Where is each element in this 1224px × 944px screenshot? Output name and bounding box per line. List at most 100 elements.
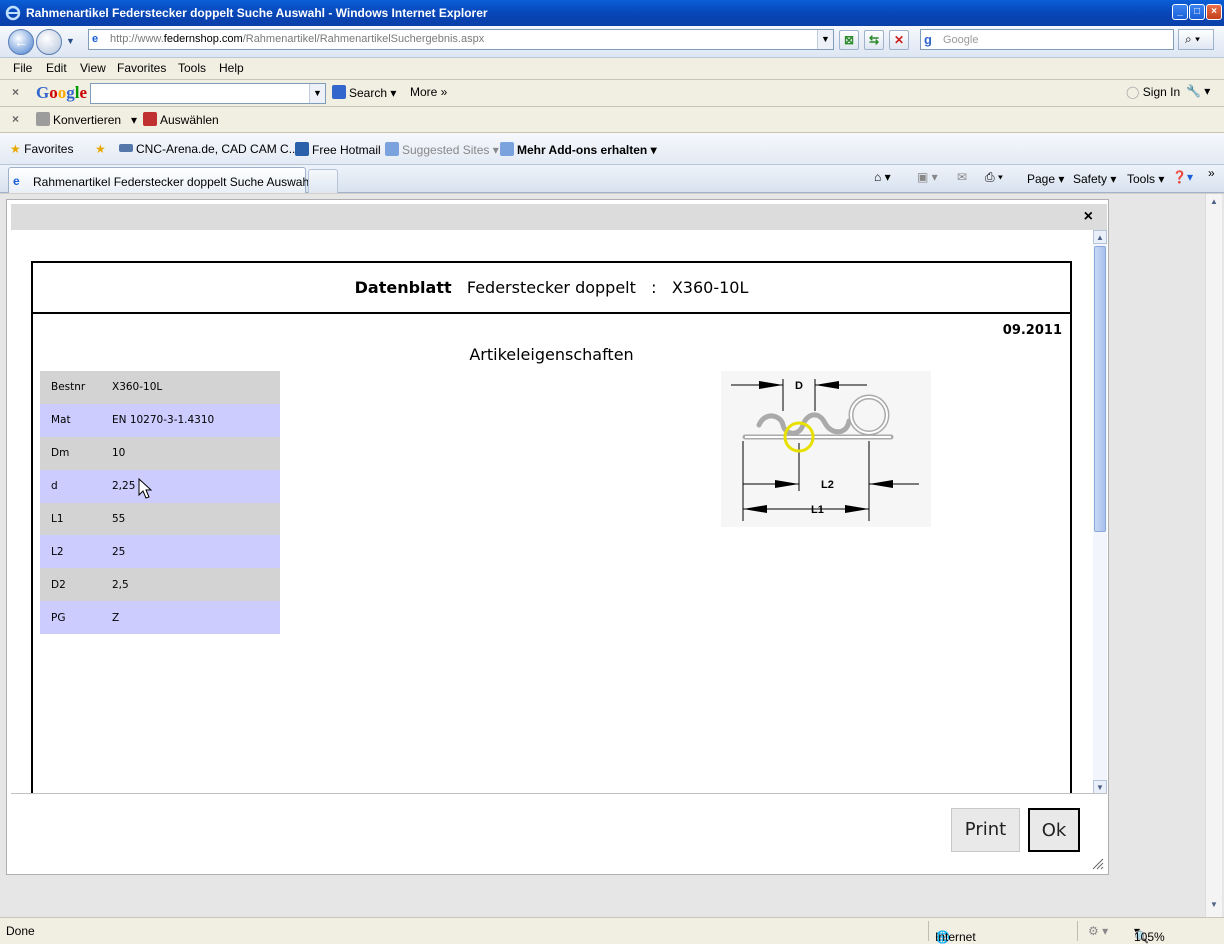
history-dropdown-icon[interactable]: ▼ <box>66 36 75 46</box>
scroll-down-icon[interactable]: ▼ <box>1206 897 1222 913</box>
help-icon[interactable]: ❓▾ <box>1172 170 1193 184</box>
home-icon[interactable]: ⌂ ▾ <box>874 170 891 184</box>
address-bar[interactable]: e http://www.federnshop.com/Rahmenartike… <box>88 29 834 50</box>
table-row: L1 55 <box>40 502 280 536</box>
add-favorites-icon[interactable]: ★ <box>95 142 106 156</box>
menu-file[interactable]: File <box>13 61 32 75</box>
table-row: d 2,25 <box>40 469 280 503</box>
minimize-button[interactable]: _ <box>1172 4 1188 20</box>
page-icon: e <box>92 33 99 45</box>
forward-button[interactable]: → <box>36 29 62 55</box>
feeds-icon[interactable]: ▣ ▾ <box>917 170 938 184</box>
cnc-arena-icon <box>119 144 133 152</box>
google-search-input[interactable]: ▼ <box>90 83 326 104</box>
stop-icon[interactable]: ✕ <box>889 30 909 50</box>
tab-bar: e Rahmenartikel Federstecker doppelt Suc… <box>0 165 1224 193</box>
table-row: Bestnr X360-10L <box>40 371 280 404</box>
status-text: Done <box>6 924 35 938</box>
page-menu[interactable]: Page ▾ <box>1027 172 1064 186</box>
menu-help[interactable]: Help <box>219 61 244 75</box>
spring-pin-drawing: D L2 L1 <box>721 371 931 527</box>
read-mail-icon[interactable]: ✉ <box>957 170 967 184</box>
menu-bar: File Edit View Favorites Tools Help <box>0 58 1224 80</box>
datasheet-frame: Datenblatt Federstecker doppelt : X360-1… <box>11 230 1107 794</box>
status-separator <box>1077 921 1078 941</box>
close-window-button[interactable]: × <box>1206 4 1222 20</box>
page-content: ▲ ▼ × Datenblatt Federstecker doppelt : … <box>0 194 1224 917</box>
wrench-icon[interactable]: 🔧 ▾ <box>1186 84 1210 98</box>
status-bar: Done 🌐 Internet ⚙ ▾ 🔍 105% ▾ <box>0 917 1224 944</box>
address-dropdown-icon[interactable]: ▼ <box>817 30 833 49</box>
tab-page-icon: e <box>13 174 20 188</box>
window-title-bar: Rahmenartikel Federstecker doppelt Suche… <box>0 0 1224 26</box>
maximize-button[interactable]: □ <box>1189 4 1205 20</box>
google-search-button[interactable]: Search ▾ <box>332 85 396 100</box>
ie-logo-icon <box>5 5 21 21</box>
hotmail-icon <box>295 142 309 156</box>
select-button[interactable]: Auswählen <box>143 112 219 127</box>
favorites-star-icon: ★ <box>10 142 21 156</box>
datasheet-date: 09.2011 <box>1002 323 1062 338</box>
favorites-bar: ★ Favorites ★ CNC-Arena.de, CAD CAM C...… <box>0 133 1224 165</box>
close-pdf-toolbar-icon[interactable]: × <box>12 112 19 126</box>
favorites-button[interactable]: ★ Favorites <box>10 142 73 156</box>
google-search-icon: g <box>924 32 932 47</box>
menu-edit[interactable]: Edit <box>46 61 67 75</box>
drawing-label-l2: L2 <box>821 479 834 491</box>
menu-favorites[interactable]: Favorites <box>117 61 166 75</box>
table-row: L2 25 <box>40 535 280 569</box>
datasheet-dialog: × Datenblatt Federstecker doppelt : X360… <box>6 199 1109 875</box>
table-row: PG Z <box>40 601 280 635</box>
properties-table: Bestnr X360-10L Mat EN 10270-3-1.4310 Dm 10… <box>40 371 280 635</box>
page-scrollbar[interactable]: ▲ ▼ <box>1205 194 1222 917</box>
dialog-close-icon[interactable]: × <box>1084 208 1093 226</box>
refresh-icon[interactable]: ⇆ <box>864 30 884 50</box>
frame-scroll-down-icon[interactable]: ▼ <box>1093 780 1107 793</box>
print-button[interactable]: Print <box>951 808 1020 852</box>
mouse-cursor-icon <box>138 478 152 499</box>
window-title: Rahmenartikel Federstecker doppelt Suche… <box>26 6 488 20</box>
section-heading: Artikeleigenschaften <box>469 345 634 364</box>
more-button[interactable]: More » <box>410 85 447 99</box>
table-row: D2 2,5 <box>40 568 280 602</box>
new-tab-button[interactable] <box>308 169 338 193</box>
google-search-dropdown-icon[interactable]: ▼ <box>309 84 325 103</box>
pdf-toolbar: × Konvertieren ▾ Auswählen <box>0 107 1224 133</box>
frame-scroll-thumb[interactable] <box>1094 246 1106 532</box>
suggested-sites-icon <box>385 142 399 156</box>
dialog-header: × <box>11 204 1107 230</box>
fav-free-hotmail[interactable]: Free Hotmail <box>295 142 381 157</box>
drawing-label-d: D <box>795 380 803 392</box>
datasheet: Datenblatt Federstecker doppelt : X360-1… <box>31 261 1072 793</box>
tab-active[interactable]: e Rahmenartikel Federstecker doppelt Suc… <box>8 167 312 193</box>
search-go-button[interactable]: ⌕ ▾ <box>1178 29 1214 50</box>
google-logo: Google <box>36 83 88 102</box>
ok-button[interactable]: Ok <box>1028 808 1080 852</box>
convert-button[interactable]: Konvertieren ▾ <box>36 112 137 127</box>
frame-scroll-up-icon[interactable]: ▲ <box>1093 230 1107 244</box>
sign-in-button[interactable]: ◯ Sign In <box>1126 85 1180 99</box>
menu-tools[interactable]: Tools <box>178 61 206 75</box>
protected-mode-icon[interactable]: ⚙ ▾ <box>1088 924 1108 938</box>
convert-icon <box>36 112 50 126</box>
safety-menu[interactable]: Safety ▾ <box>1073 172 1116 186</box>
table-row: Mat EN 10270-3-1.4310 <box>40 403 280 437</box>
zoom-control[interactable]: 🔍 105% ▾ <box>1134 924 1165 944</box>
back-button[interactable]: ← <box>8 29 34 55</box>
compatibility-view-icon[interactable]: ⊠ <box>839 30 859 50</box>
menu-view[interactable]: View <box>80 61 106 75</box>
google-toolbar: × Google ▼ Search ▾ More » ◯ Sign In 🔧 ▾ <box>0 80 1224 107</box>
search-input[interactable]: g Google <box>920 29 1174 50</box>
fav-mehr-addons[interactable]: Mehr Add-ons erhalten ▾ <box>500 142 657 157</box>
tools-menu[interactable]: Tools ▾ <box>1127 172 1164 186</box>
frame-scrollbar[interactable]: ▲ ▼ <box>1093 230 1107 793</box>
toolbar-overflow-icon[interactable]: » <box>1208 166 1215 180</box>
fav-cnc-arena[interactable]: CNC-Arena.de, CAD CAM C... <box>119 142 299 156</box>
fav-suggested-sites[interactable]: Suggested Sites ▾ <box>385 142 499 157</box>
print-icon[interactable]: ⎙ ▾ <box>985 170 1003 185</box>
google-g-icon <box>332 85 346 99</box>
address-url[interactable]: http://www.federnshop.com/Rahmenartikel/… <box>110 33 484 45</box>
resize-grip-icon[interactable] <box>1092 858 1104 870</box>
close-toolbar-icon[interactable]: × <box>12 85 19 99</box>
scroll-up-icon[interactable]: ▲ <box>1206 194 1222 210</box>
